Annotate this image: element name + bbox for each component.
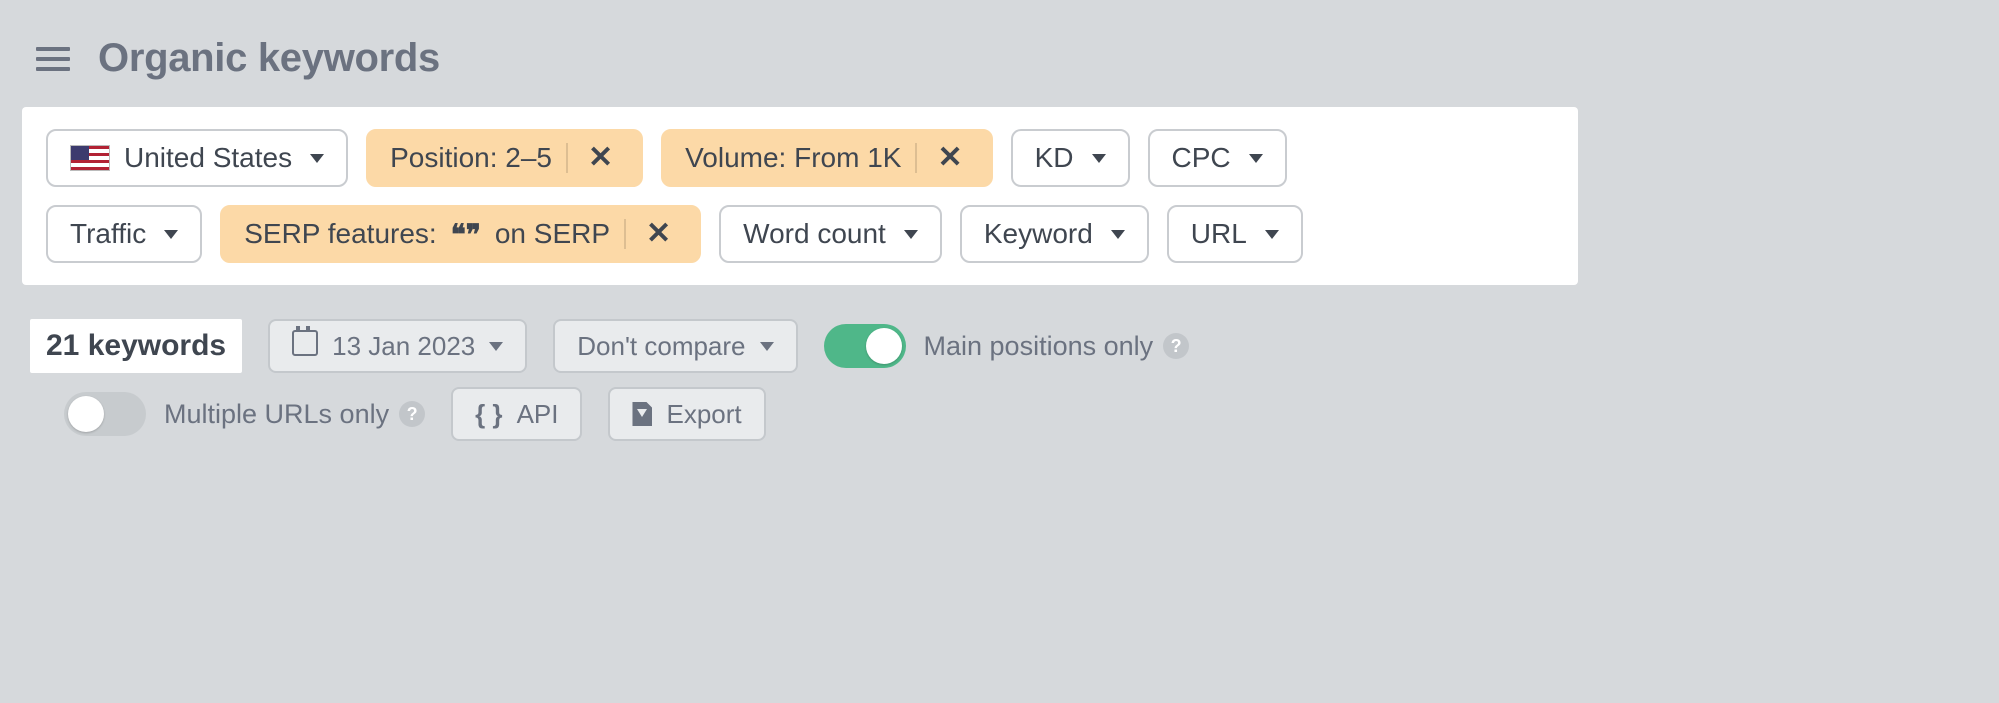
compare-label: Don't compare	[577, 331, 745, 362]
chevron-down-icon	[1111, 230, 1125, 239]
word-count-filter-label: Word count	[743, 218, 886, 250]
traffic-filter[interactable]: Traffic	[46, 205, 202, 263]
calendar-icon	[292, 330, 318, 363]
country-filter-label: United States	[124, 142, 292, 174]
export-label: Export	[666, 399, 741, 430]
chevron-down-icon	[760, 342, 774, 351]
position-filter[interactable]: Position: 2–5 ✕	[366, 129, 643, 187]
api-button[interactable]: { } API	[451, 387, 582, 441]
date-picker-button[interactable]: 13 Jan 2023	[268, 319, 527, 373]
url-filter[interactable]: URL	[1167, 205, 1303, 263]
volume-filter-label: Volume: From 1K	[685, 142, 901, 174]
volume-filter[interactable]: Volume: From 1K ✕	[661, 129, 992, 187]
traffic-filter-label: Traffic	[70, 218, 146, 250]
us-flag-icon	[70, 145, 110, 171]
help-icon[interactable]: ?	[1163, 333, 1189, 359]
page-title: Organic keywords	[98, 36, 440, 81]
kd-filter[interactable]: KD	[1011, 129, 1130, 187]
keyword-filter-label: Keyword	[984, 218, 1093, 250]
cpc-filter[interactable]: CPC	[1148, 129, 1287, 187]
main-positions-label: Main positions only	[924, 331, 1154, 362]
word-count-filter[interactable]: Word count	[719, 205, 942, 263]
close-icon[interactable]: ✕	[566, 143, 619, 173]
menu-icon[interactable]	[36, 47, 70, 71]
results-toolbar-row2: Multiple URLs only ? { } API Export	[0, 381, 1600, 469]
help-icon[interactable]: ?	[399, 401, 425, 427]
api-label: API	[517, 399, 559, 430]
main-positions-toggle[interactable]	[824, 324, 906, 368]
serp-features-suffix: on SERP	[495, 218, 610, 250]
chevron-down-icon	[164, 230, 178, 239]
multiple-urls-toggle[interactable]	[64, 392, 146, 436]
chevron-down-icon	[1092, 154, 1106, 163]
braces-icon: { }	[475, 399, 502, 430]
export-button[interactable]: Export	[608, 387, 765, 441]
kd-filter-label: KD	[1035, 142, 1074, 174]
filters-panel: United States Position: 2–5 ✕ Volume: Fr…	[22, 107, 1578, 285]
keyword-filter[interactable]: Keyword	[960, 205, 1149, 263]
chevron-down-icon	[489, 342, 503, 351]
close-icon[interactable]: ✕	[624, 219, 677, 249]
cpc-filter-label: CPC	[1172, 142, 1231, 174]
url-filter-label: URL	[1191, 218, 1247, 250]
date-label: 13 Jan 2023	[332, 331, 475, 362]
keywords-count-badge: 21 keywords	[30, 319, 242, 373]
download-icon	[632, 402, 652, 426]
compare-button[interactable]: Don't compare	[553, 319, 797, 373]
featured-snippet-icon: ❝❞	[451, 218, 481, 251]
chevron-down-icon	[1249, 154, 1263, 163]
chevron-down-icon	[1265, 230, 1279, 239]
close-icon[interactable]: ✕	[915, 143, 968, 173]
chevron-down-icon	[904, 230, 918, 239]
header: Organic keywords	[0, 0, 1600, 107]
multiple-urls-label: Multiple URLs only	[164, 399, 389, 430]
position-filter-label: Position: 2–5	[390, 142, 552, 174]
results-toolbar: 21 keywords 13 Jan 2023 Don't compare Ma…	[0, 285, 1600, 381]
serp-features-prefix: SERP features:	[244, 218, 436, 250]
country-filter[interactable]: United States	[46, 129, 348, 187]
chevron-down-icon	[310, 154, 324, 163]
serp-features-filter[interactable]: SERP features: ❝❞ on SERP ✕	[220, 205, 701, 263]
